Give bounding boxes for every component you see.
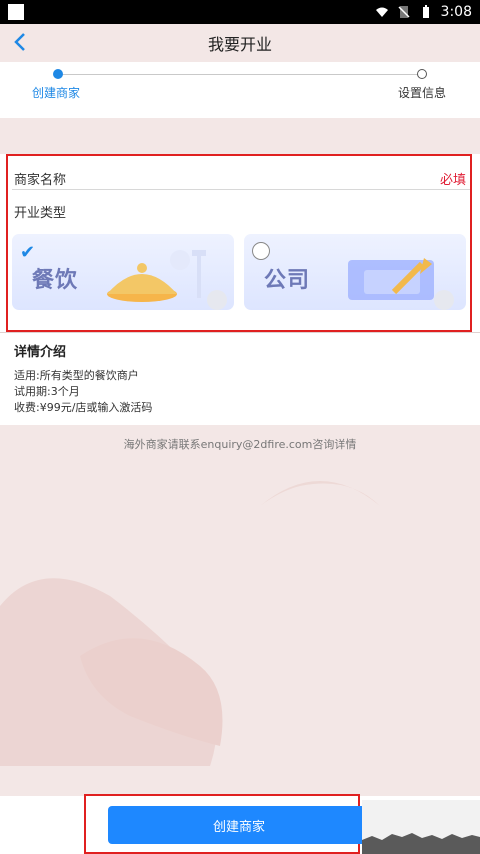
form-highlight-box [6, 154, 472, 332]
stepper: 创建商家 设置信息 [0, 62, 480, 118]
no-sim-icon [397, 5, 411, 19]
step-2-dot [417, 69, 427, 79]
details-section: 详情介绍 适用:所有类型的餐饮商户 试用期:3个月 收费:¥99元/店或输入激活… [0, 332, 480, 425]
stepper-line [58, 74, 422, 75]
watermark-illustration [0, 481, 380, 766]
chevron-left-icon [14, 33, 25, 51]
step-2-label: 设置信息 [398, 86, 447, 100]
corner-scribble [362, 800, 480, 854]
back-button[interactable] [8, 28, 32, 56]
details-line: 收费:¥99元/店或输入激活码 [14, 401, 153, 414]
wifi-icon [375, 5, 389, 19]
status-bar: 3:08 [0, 0, 480, 24]
page-title: 我要开业 [207, 35, 272, 54]
status-time: 3:08 [440, 4, 472, 20]
details-line: 适用:所有类型的餐饮商户 [14, 369, 139, 382]
section-gap [0, 118, 480, 154]
step-1-dot [53, 69, 63, 79]
battery-icon [419, 5, 433, 19]
app-bar: 我要开业 [0, 24, 480, 63]
create-merchant-button[interactable]: 创建商家 [108, 806, 370, 844]
details-title: 详情介绍 [14, 345, 67, 360]
details-line: 试用期:3个月 [14, 385, 80, 398]
step-1-label: 创建商家 [32, 86, 81, 100]
notification-square-icon [8, 4, 24, 20]
